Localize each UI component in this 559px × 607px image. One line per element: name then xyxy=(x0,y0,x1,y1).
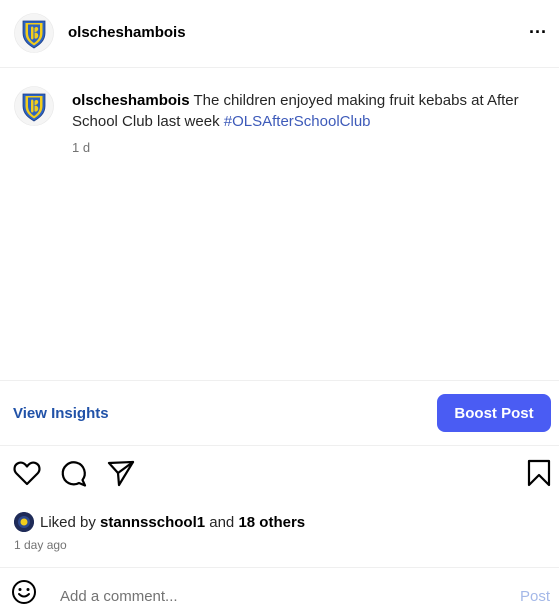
heart-icon[interactable] xyxy=(12,458,42,488)
insights-bar: View Insights Boost Post xyxy=(0,382,559,446)
post-time-ago: 1 day ago xyxy=(14,538,67,552)
caption-avatar[interactable] xyxy=(14,86,54,126)
liked-by-joiner: and xyxy=(209,513,235,531)
action-bar xyxy=(0,458,559,494)
liked-by-prefix: Liked by xyxy=(40,513,96,531)
likes-summary: Liked by stannsschool1 and 18 others xyxy=(14,512,305,532)
school-crest-avatar[interactable] xyxy=(14,13,54,53)
caption-username[interactable]: olscheshambois xyxy=(72,92,190,109)
post-header: olscheshambois ... xyxy=(0,0,559,68)
more-options-icon[interactable]: ... xyxy=(529,17,547,37)
view-insights-link[interactable]: View Insights xyxy=(13,405,109,422)
boost-post-button[interactable]: Boost Post xyxy=(437,394,551,432)
share-icon[interactable] xyxy=(106,458,136,488)
comment-input[interactable] xyxy=(60,585,480,607)
comment-bar: Post xyxy=(0,567,559,607)
liker-avatar[interactable] xyxy=(14,512,34,532)
liked-by-others[interactable]: 18 others xyxy=(238,514,305,531)
header-username[interactable]: olscheshambois xyxy=(68,24,186,41)
post-caption: olscheshambois The children enjoyed maki… xyxy=(0,69,559,381)
caption-timestamp: 1 d xyxy=(72,140,91,155)
hashtag-link[interactable]: #OLSAfterSchoolClub xyxy=(224,113,371,130)
emoji-icon[interactable] xyxy=(11,579,37,605)
liker-badge-icon xyxy=(14,512,34,532)
caption-text: olscheshambois The children enjoyed maki… xyxy=(72,90,542,132)
post-comment-button[interactable]: Post xyxy=(520,588,550,605)
liked-by-user[interactable]: stannsschool1 xyxy=(100,514,205,531)
bookmark-icon[interactable] xyxy=(524,458,554,488)
comment-icon[interactable] xyxy=(59,458,89,488)
